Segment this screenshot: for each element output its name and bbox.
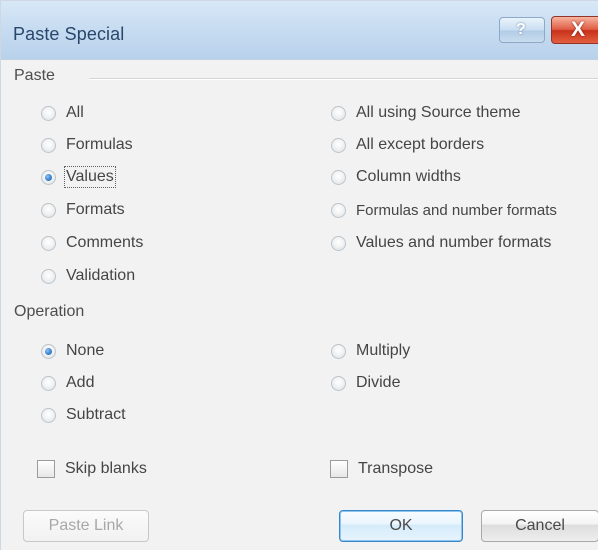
operation-divide-label: Divide xyxy=(356,374,401,391)
paste-option-values[interactable]: Values xyxy=(41,164,116,190)
paste-option-comments[interactable]: Comments xyxy=(41,230,143,256)
operation-add-label: Add xyxy=(66,374,95,391)
transpose-option[interactable]: Transpose xyxy=(330,456,433,482)
paste-values-radio[interactable] xyxy=(41,169,56,185)
paste-link-button[interactable]: Paste Link xyxy=(23,510,149,542)
paste-option-all-except-borders[interactable]: All except borders xyxy=(331,132,484,158)
operation-subtract-label: Subtract xyxy=(66,406,126,423)
ok-button[interactable]: OK xyxy=(339,510,463,542)
paste-option-formats[interactable]: Formats xyxy=(41,197,125,223)
skip-blanks-checkbox[interactable] xyxy=(37,460,55,478)
cancel-button[interactable]: Cancel xyxy=(481,510,598,542)
close-icon: X xyxy=(571,18,586,41)
paste-formats-label: Formats xyxy=(66,201,125,218)
help-icon: ? xyxy=(516,21,526,38)
paste-values-label: Values xyxy=(64,166,116,188)
window-title: Paste Special xyxy=(13,24,125,44)
skip-blanks-option[interactable]: Skip blanks xyxy=(37,456,147,482)
paste-option-validation[interactable]: Validation xyxy=(41,263,135,289)
close-button[interactable]: X xyxy=(551,16,598,44)
skip-blanks-label: Skip blanks xyxy=(65,460,147,477)
operation-multiply-radio[interactable] xyxy=(331,343,346,359)
paste-option-column-widths[interactable]: Column widths xyxy=(331,164,461,190)
operation-option-subtract[interactable]: Subtract xyxy=(41,402,126,428)
paste-column-widths-radio[interactable] xyxy=(331,169,346,185)
operation-multiply-label: Multiply xyxy=(356,342,411,359)
paste-formulas-and-number-formats-label: Formulas and number formats xyxy=(356,201,557,219)
transpose-checkbox[interactable] xyxy=(330,460,348,478)
paste-comments-label: Comments xyxy=(66,234,144,251)
paste-option-all[interactable]: All xyxy=(41,100,84,126)
operation-option-none[interactable]: None xyxy=(41,338,104,364)
operation-option-add[interactable]: Add xyxy=(41,370,94,396)
paste-special-dialog: Paste Special ? X Paste All Formulas Val… xyxy=(0,0,598,550)
paste-all-using-source-theme-radio[interactable] xyxy=(331,105,346,121)
paste-section-divider xyxy=(89,78,598,80)
paste-comments-radio[interactable] xyxy=(41,235,56,251)
paste-formats-radio[interactable] xyxy=(41,202,56,218)
operation-option-multiply[interactable]: Multiply xyxy=(331,338,410,364)
transpose-label: Transpose xyxy=(358,460,433,477)
paste-option-all-using-source-theme[interactable]: All using Source theme xyxy=(331,100,521,126)
operation-divide-radio[interactable] xyxy=(331,375,346,391)
help-button[interactable]: ? xyxy=(499,17,545,43)
paste-formulas-radio[interactable] xyxy=(41,137,56,153)
paste-values-and-number-formats-radio[interactable] xyxy=(331,235,346,251)
paste-all-except-borders-label: All except borders xyxy=(356,136,485,153)
paste-values-and-number-formats-label: Values and number formats xyxy=(356,234,552,251)
operation-subtract-radio[interactable] xyxy=(41,407,56,423)
paste-section-title: Paste xyxy=(14,67,55,84)
paste-formulas-label: Formulas xyxy=(66,136,133,153)
paste-all-except-borders-radio[interactable] xyxy=(331,137,346,153)
paste-option-formulas[interactable]: Formulas xyxy=(41,132,133,158)
operation-add-radio[interactable] xyxy=(41,375,56,391)
window-titlebar: Paste Special ? X xyxy=(1,1,598,60)
paste-option-formulas-and-number-formats[interactable]: Formulas and number formats xyxy=(331,197,557,223)
paste-all-radio[interactable] xyxy=(41,105,56,121)
paste-all-using-source-theme-label: All using Source theme xyxy=(356,104,521,121)
paste-validation-label: Validation xyxy=(66,267,136,284)
operation-option-divide[interactable]: Divide xyxy=(331,370,400,396)
paste-formulas-and-number-formats-radio[interactable] xyxy=(331,202,346,218)
operation-none-radio[interactable] xyxy=(41,343,56,359)
operation-none-label: None xyxy=(66,342,105,359)
paste-column-widths-label: Column widths xyxy=(356,168,461,185)
paste-all-label: All xyxy=(66,104,84,121)
paste-option-values-and-number-formats[interactable]: Values and number formats xyxy=(331,230,551,256)
paste-validation-radio[interactable] xyxy=(41,268,56,284)
operation-section-title: Operation xyxy=(14,303,85,320)
